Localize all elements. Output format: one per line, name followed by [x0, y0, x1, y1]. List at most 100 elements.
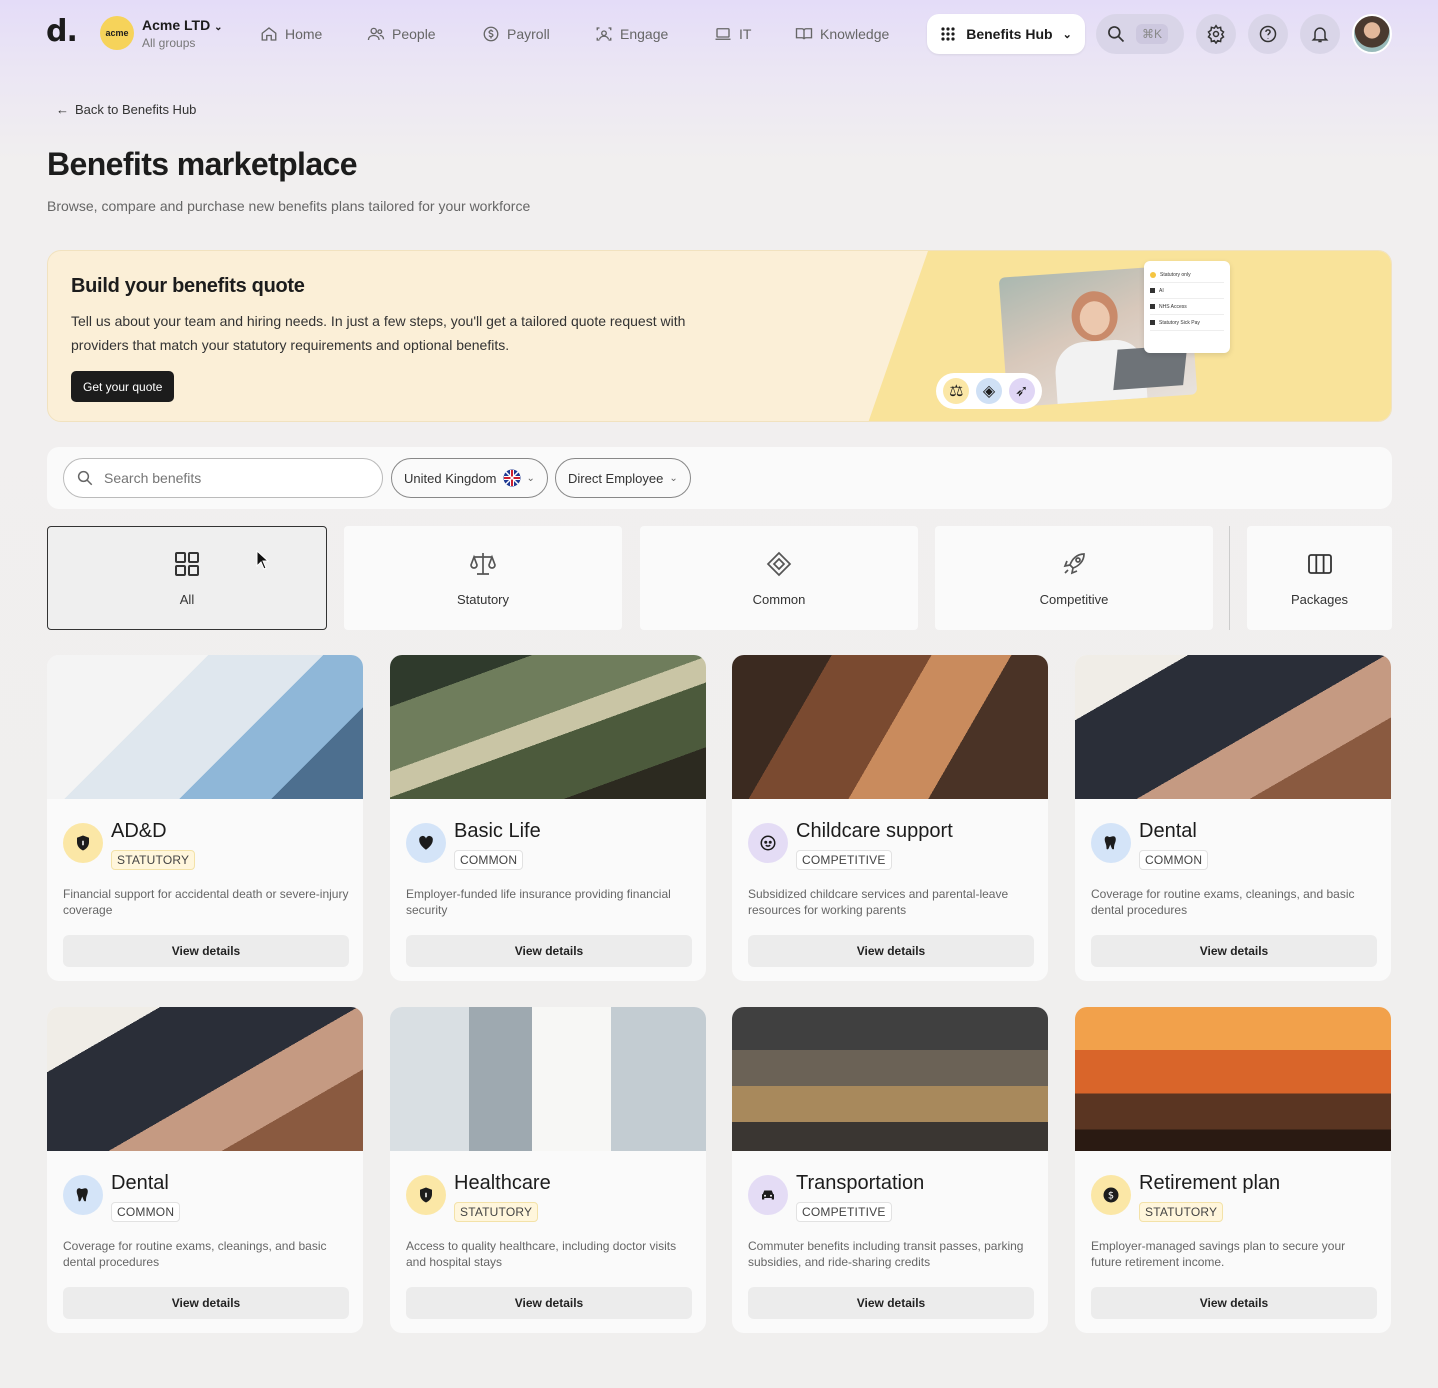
- traffic-photo: [732, 1007, 1048, 1151]
- card-description: Commuter benefits including transit pass…: [748, 1239, 1024, 1269]
- get-quote-button[interactable]: Get your quote: [71, 371, 175, 402]
- tab-all-label: All: [179, 591, 195, 607]
- category-badge: COMMON: [454, 850, 524, 870]
- benefit-card[interactable]: Childcare support COMPETITIVE Subsidized c…: [732, 655, 1048, 981]
- category-badge: COMPETITIVE: [796, 1202, 892, 1222]
- tab-statutory[interactable]: Statutory: [344, 526, 622, 630]
- card-title: Dental: [1139, 820, 1197, 842]
- app-logo[interactable]: d.: [46, 14, 78, 49]
- card-description: Access to quality healthcare, including …: [406, 1239, 677, 1269]
- nav-people-label: People: [392, 26, 436, 42]
- category-badge: COMMON: [111, 1202, 181, 1222]
- dentist-photo: [47, 1007, 363, 1151]
- search-box[interactable]: [63, 458, 383, 498]
- nav-payroll-label: Payroll: [507, 26, 550, 42]
- banner-icon-pill: ⚖ ◈ ➶: [936, 373, 1042, 409]
- dentist-photo: [1075, 655, 1391, 799]
- category-badge: STATUTORY: [454, 1202, 539, 1222]
- tab-competitive[interactable]: Competitive: [935, 526, 1213, 630]
- nav-knowledge-label: Knowledge: [820, 26, 890, 42]
- shield-icon: [63, 823, 103, 863]
- nav-home-label: Home: [285, 26, 323, 42]
- car-icon: [748, 1175, 788, 1215]
- quote-banner: Build your benefits quote Tell us about …: [47, 250, 1392, 422]
- benefit-card[interactable]: Basic Life COMMON Employer-funded life ins…: [390, 655, 706, 981]
- tab-packages-label: Packages: [1290, 591, 1349, 607]
- org-name: Acme LTD ⌄: [142, 16, 223, 33]
- scale-icon: [470, 552, 496, 575]
- card-title: AD&D: [111, 820, 167, 842]
- org-switcher[interactable]: acme Acme LTD ⌄ All groups: [100, 16, 222, 50]
- card-description: Employer-managed savings plan to secure …: [1091, 1239, 1346, 1269]
- nav-people[interactable]: People: [367, 20, 436, 48]
- view-details-button[interactable]: View details: [63, 1287, 349, 1319]
- card-description: Employer-funded life insurance providing…: [406, 887, 671, 917]
- columns-icon: [1307, 553, 1332, 574]
- category-badge: COMMON: [1139, 850, 1209, 870]
- view-details-button[interactable]: View details: [1091, 1287, 1377, 1319]
- banner-title: Build your benefits quote: [71, 275, 305, 297]
- employee-type-select[interactable]: Direct Employee ⌄: [555, 458, 691, 498]
- benefit-card[interactable]: Dental COMMON Coverage for routine exams, …: [1075, 655, 1391, 981]
- benefit-card[interactable]: $ Retirement plan STATUTORY Employer-manage…: [1075, 1007, 1391, 1333]
- nav-payroll[interactable]: Payroll: [482, 20, 550, 48]
- category-badge: STATUTORY: [111, 850, 196, 870]
- benefit-card[interactable]: AD&D STATUTORY Financial support for accid…: [47, 655, 363, 981]
- benefits-hub-menu[interactable]: Benefits Hub ⌄: [927, 14, 1085, 54]
- help-button[interactable]: [1248, 14, 1288, 54]
- view-details-button[interactable]: View details: [748, 935, 1034, 967]
- nav-engage[interactable]: Engage: [595, 20, 668, 48]
- card-item: NHS Access: [1150, 299, 1224, 315]
- card-item: AI: [1150, 283, 1224, 299]
- benefit-card[interactable]: Healthcare STATUTORY Access to quality hea…: [390, 1007, 706, 1333]
- baby-icon: [748, 823, 788, 863]
- card-title: Healthcare: [454, 1172, 551, 1194]
- card-title: Childcare support: [796, 820, 953, 842]
- view-details-button[interactable]: View details: [748, 1287, 1034, 1319]
- nav-it[interactable]: IT: [714, 20, 751, 48]
- people-icon: [367, 27, 385, 41]
- view-details-button[interactable]: View details: [63, 935, 349, 967]
- view-details-button[interactable]: View details: [406, 1287, 692, 1319]
- tabs-divider: [1229, 526, 1230, 630]
- nav-home[interactable]: Home: [260, 20, 322, 48]
- view-details-button[interactable]: View details: [406, 935, 692, 967]
- card-title: Dental: [111, 1172, 169, 1194]
- org-logo: acme: [100, 16, 134, 50]
- user-avatar[interactable]: [1352, 14, 1392, 54]
- banner-illustration-card: Statutory only AI NHS Access Statutory S…: [1144, 261, 1230, 353]
- global-search-button[interactable]: ⌘K: [1096, 14, 1184, 54]
- chevron-down-icon: ⌄: [214, 21, 223, 33]
- back-link[interactable]: ← Back to Benefits Hub: [56, 102, 196, 117]
- bell-icon: [1311, 27, 1329, 43]
- tab-packages[interactable]: Packages: [1247, 526, 1392, 630]
- card-description: Coverage for routine exams, cleanings, a…: [1091, 887, 1355, 917]
- gear-icon: [1207, 24, 1225, 44]
- benefit-card[interactable]: Dental COMMON Coverage for routine exams, …: [47, 1007, 363, 1333]
- search-input[interactable]: [104, 470, 364, 486]
- shield-icon: [406, 1175, 446, 1215]
- family-photo: [732, 655, 1048, 799]
- tab-common[interactable]: Common: [640, 526, 918, 630]
- top-nav-bar: d. acme Acme LTD ⌄ All groups Home Peopl…: [0, 0, 1438, 68]
- view-details-button[interactable]: View details: [1091, 935, 1377, 967]
- tooth-icon: [63, 1175, 103, 1215]
- category-badge: STATUTORY: [1139, 1202, 1224, 1222]
- search-icon: [77, 470, 93, 486]
- uk-flag-icon: [503, 469, 520, 487]
- tab-all[interactable]: All: [47, 526, 327, 630]
- notifications-button[interactable]: [1300, 14, 1340, 54]
- card-description: Financial support for accidental death o…: [63, 887, 349, 917]
- search-icon: [1108, 26, 1125, 43]
- rocket-icon: [1063, 552, 1085, 574]
- rocket-icon: ➶: [1008, 378, 1035, 404]
- nav-knowledge[interactable]: Knowledge: [795, 20, 889, 48]
- settings-button[interactable]: [1196, 14, 1236, 54]
- benefit-card[interactable]: Transportation COMPETITIVE Commuter benefi…: [732, 1007, 1048, 1333]
- tag-icon: ◈: [975, 378, 1002, 404]
- book-icon: [795, 28, 813, 40]
- tab-common-label: Common: [752, 591, 806, 607]
- country-select[interactable]: United Kingdom ⌄: [391, 458, 548, 498]
- card-description: Subsidized childcare services and parent…: [748, 887, 1009, 917]
- page-title: Benefits marketplace: [47, 146, 358, 182]
